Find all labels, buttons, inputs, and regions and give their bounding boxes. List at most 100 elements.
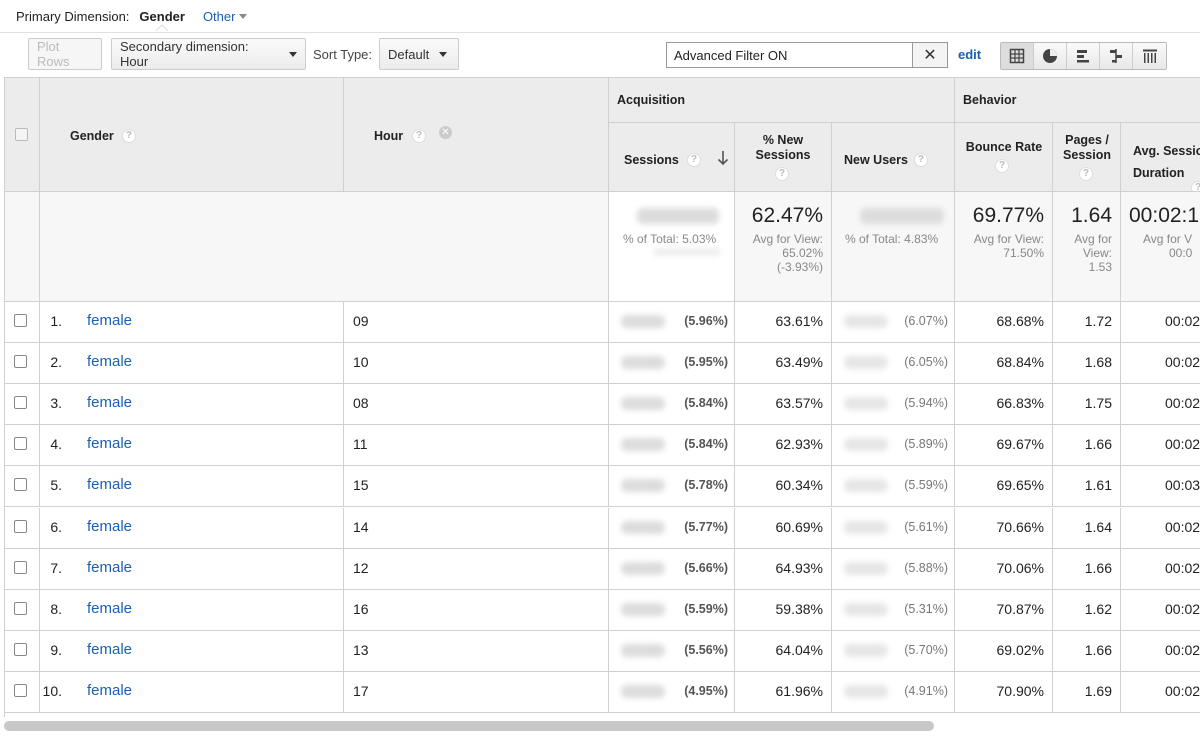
row-checkbox[interactable] xyxy=(14,314,27,327)
header-hour[interactable]: Hour ? ✕ xyxy=(344,78,609,192)
primary-dimension-gender[interactable]: Gender xyxy=(139,9,185,24)
group-acquisition: Acquisition xyxy=(609,78,955,123)
row-checkbox[interactable] xyxy=(14,355,27,369)
gender-link[interactable]: female xyxy=(87,312,132,329)
table-cell: (4.95%) xyxy=(609,671,735,713)
summary-new-sessions-sub: Avg for View: xyxy=(752,232,823,246)
row-checkbox[interactable] xyxy=(14,396,27,410)
blurred-value xyxy=(621,643,665,657)
row-checkbox[interactable] xyxy=(14,683,27,697)
table-cell: (5.89%) xyxy=(832,425,955,467)
summary-pages-avg: 1.53 xyxy=(1088,260,1112,274)
new-sessions-value: 60.34% xyxy=(775,477,823,494)
row-checkbox[interactable] xyxy=(14,560,27,574)
comparison-icon[interactable] xyxy=(1100,43,1133,69)
header-bounce-rate-label: Bounce Rate xyxy=(965,140,1043,154)
table-cell: 63.61% xyxy=(735,302,832,344)
row-number: 6. xyxy=(50,518,62,535)
gender-link[interactable]: female xyxy=(87,435,132,452)
blurred-value xyxy=(844,479,888,493)
table-cell: 66.83% xyxy=(955,384,1053,426)
header-avg-duration[interactable]: Avg. Session Duration ? xyxy=(1121,123,1200,192)
header-avg-duration-label: Avg. Session Duration xyxy=(1133,144,1200,180)
performance-bars-icon[interactable] xyxy=(1067,43,1100,69)
hour-value: 09 xyxy=(353,313,369,329)
header-new-users[interactable]: New Users ? xyxy=(832,123,955,192)
table-cell: 12 xyxy=(344,548,609,590)
gender-link[interactable]: female xyxy=(87,518,132,535)
bounce-rate-value: 68.68% xyxy=(996,313,1044,329)
table-cell: 70.06% xyxy=(955,548,1053,590)
pages-session-value: 1.64 xyxy=(1084,518,1112,535)
gender-link[interactable]: female xyxy=(87,600,132,617)
new-users-pct: (5.89%) xyxy=(904,437,948,452)
blurred-value xyxy=(621,520,665,534)
hour-value: 15 xyxy=(353,477,369,494)
table-cell xyxy=(5,343,40,385)
row-checkbox[interactable] xyxy=(14,642,27,656)
data-table-icon[interactable] xyxy=(1001,43,1034,69)
header-sessions[interactable]: Sessions ? xyxy=(609,123,735,192)
sort-type-dropdown[interactable]: Default xyxy=(379,38,459,70)
new-users-pct: (5.31%) xyxy=(904,601,948,616)
new-users-pct: (4.91%) xyxy=(904,683,948,698)
blurred-value xyxy=(844,438,888,452)
help-icon[interactable]: ? xyxy=(687,153,701,167)
row-checkbox[interactable] xyxy=(14,601,27,615)
summary-new-sessions: 62.47% Avg for View: 65.02% (-3.93%) xyxy=(735,192,832,302)
summary-dimension-cell xyxy=(40,192,609,302)
gender-link[interactable]: female xyxy=(87,641,132,658)
summary-sessions: % of Total: 5.03% xyxy=(609,192,735,302)
gender-link[interactable]: female xyxy=(87,353,132,370)
remove-dimension-icon[interactable]: ✕ xyxy=(439,126,452,139)
select-all-checkbox[interactable] xyxy=(15,128,28,141)
hour-value: 13 xyxy=(353,641,369,658)
horizontal-scrollbar[interactable] xyxy=(4,721,934,731)
help-icon[interactable]: ? xyxy=(914,153,928,167)
gender-link[interactable]: female xyxy=(87,682,132,699)
sessions-pct: (5.59%) xyxy=(684,601,728,616)
table-cell xyxy=(5,589,40,631)
sessions-pct: (4.95%) xyxy=(684,683,728,698)
header-new-sessions[interactable]: % New Sessions ? xyxy=(735,123,832,192)
help-icon[interactable]: ? xyxy=(995,159,1009,173)
gender-link[interactable]: female xyxy=(87,559,132,576)
filter-text[interactable]: Advanced Filter ON xyxy=(667,43,913,67)
help-icon[interactable]: ? xyxy=(775,167,789,181)
sessions-pct: (5.84%) xyxy=(684,396,728,411)
bounce-rate-value: 69.67% xyxy=(996,436,1044,453)
table-cell: 69.67% xyxy=(955,425,1053,467)
help-icon[interactable]: ? xyxy=(122,129,136,143)
avg-duration-value: 00:02 xyxy=(1165,682,1200,699)
hour-value: 12 xyxy=(353,559,369,576)
header-pages-session[interactable]: Pages / Session ? xyxy=(1053,123,1121,192)
plot-rows-button[interactable]: Plot Rows xyxy=(28,38,102,70)
gender-link[interactable]: female xyxy=(87,394,132,411)
summary-pages-value: 1.64 xyxy=(1071,204,1112,227)
row-checkbox[interactable] xyxy=(14,478,27,492)
sessions-pct: (5.77%) xyxy=(684,519,728,534)
row-checkbox[interactable] xyxy=(14,437,27,451)
table-cell: (5.70%) xyxy=(832,630,955,672)
header-gender[interactable]: Gender ? xyxy=(40,78,344,192)
clear-filter-icon[interactable]: ✕ xyxy=(913,43,947,67)
row-checkbox[interactable] xyxy=(14,519,27,533)
secondary-dimension-dropdown[interactable]: Secondary dimension: Hour xyxy=(111,38,306,70)
pie-chart-icon[interactable] xyxy=(1034,43,1067,69)
help-icon[interactable]: ? xyxy=(412,129,426,143)
gender-link[interactable]: female xyxy=(87,476,132,493)
advanced-filter-field[interactable]: Advanced Filter ON ✕ xyxy=(666,42,948,68)
row-number: 2. xyxy=(50,354,62,371)
table-cell: 61.96% xyxy=(735,671,832,713)
help-icon[interactable]: ? xyxy=(1079,167,1093,181)
hour-value: 11 xyxy=(353,436,368,453)
pivot-icon[interactable] xyxy=(1133,43,1166,69)
edit-filter-link[interactable]: edit xyxy=(958,47,981,62)
hour-value: 08 xyxy=(353,395,369,412)
sort-descending-icon[interactable] xyxy=(717,150,729,166)
summary-new-sessions-avg: 65.02% xyxy=(782,246,823,260)
help-icon[interactable]: ? xyxy=(1191,181,1200,191)
primary-dimension-other[interactable]: Other xyxy=(203,9,248,24)
summary-duration-sub: Avg for V xyxy=(1143,232,1193,246)
header-bounce-rate[interactable]: Bounce Rate ? xyxy=(955,123,1053,192)
